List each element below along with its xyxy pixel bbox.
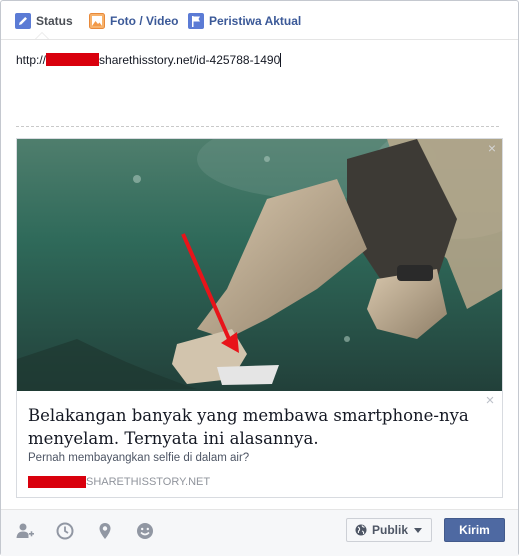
redaction-block xyxy=(46,53,100,66)
active-tab-caret xyxy=(35,32,49,39)
tab-status-label: Status xyxy=(36,14,73,28)
smiley-icon[interactable] xyxy=(135,521,155,541)
flag-icon xyxy=(188,13,204,29)
privacy-label: Publik xyxy=(372,523,409,537)
clock-icon[interactable] xyxy=(55,521,75,541)
redaction-block xyxy=(28,476,86,488)
status-text-input[interactable]: http:// sharethisstory.net/id-425788-1490 xyxy=(16,53,501,73)
status-composer: Status Foto / Video Peristiwa Aktual htt… xyxy=(0,0,519,556)
tab-life-event-label: Peristiwa Aktual xyxy=(209,14,302,28)
image-close-icon[interactable]: × xyxy=(486,141,498,155)
composer-footer: Publik Kirim xyxy=(1,509,518,556)
privacy-selector[interactable]: Publik xyxy=(346,518,432,542)
tab-status[interactable]: Status xyxy=(15,11,73,31)
tab-photo-video[interactable]: Foto / Video xyxy=(89,11,178,31)
preview-image[interactable]: × xyxy=(17,139,502,391)
pencil-icon xyxy=(15,13,31,29)
tag-friends-icon[interactable] xyxy=(15,521,35,541)
location-pin-icon[interactable] xyxy=(95,521,115,541)
preview-source-domain: SHARETHISSTORY.NET xyxy=(86,476,211,488)
tab-photo-video-label: Foto / Video xyxy=(110,14,179,28)
preview-title[interactable]: Belakangan banyak yang membawa smartphon… xyxy=(28,404,483,450)
globe-icon xyxy=(355,524,367,536)
photo-icon xyxy=(89,13,105,29)
tab-life-event[interactable]: Peristiwa Aktual xyxy=(188,11,301,31)
preview-description[interactable]: Pernah membayangkan selfie di dalam air? xyxy=(28,452,483,464)
preview-source: SHARETHISSTORY.NET xyxy=(28,475,483,489)
url-suffix: sharethisstory.net/id-425788-1490 xyxy=(99,53,281,67)
link-preview-card: × × Belakangan banyak yang membawa smart… xyxy=(16,138,503,498)
composer-tabs: Status Foto / Video Peristiwa Aktual xyxy=(1,1,518,40)
chevron-down-icon xyxy=(414,527,423,533)
dashed-separator xyxy=(16,126,499,127)
preview-close-icon[interactable]: × xyxy=(484,393,496,408)
url-prefix: http:// xyxy=(16,53,47,67)
text-cursor xyxy=(280,53,282,67)
post-button[interactable]: Kirim xyxy=(444,518,505,542)
